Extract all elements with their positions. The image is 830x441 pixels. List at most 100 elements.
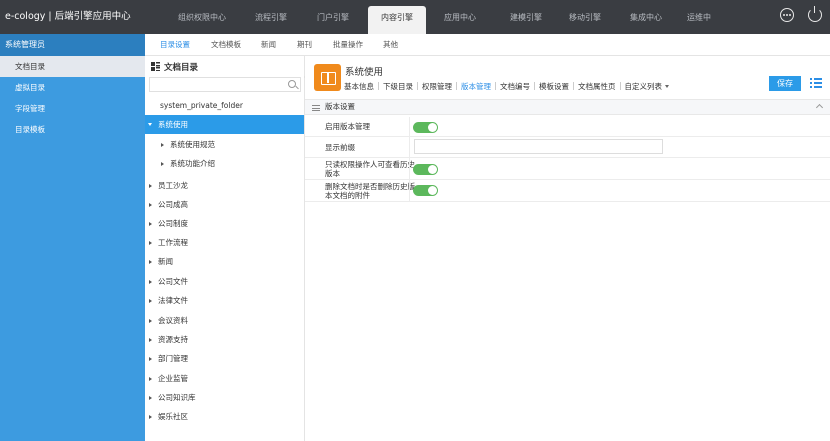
caret-right-icon[interactable]: [149, 241, 152, 245]
sidebar-item-virtual-catalog[interactable]: 虚拟目录: [0, 77, 145, 98]
sidebar-header: 系统管理员: [0, 34, 145, 56]
sidebar-item-doc-catalog[interactable]: 文档目录: [0, 56, 145, 77]
subnav-tab-journal[interactable]: 期刊: [297, 34, 312, 55]
field-row-readonly-history: 只读权限操作人可查看历史版本: [305, 158, 830, 180]
power-icon[interactable]: [808, 6, 822, 22]
top-tab-content[interactable]: 内容引擎: [368, 6, 426, 34]
tree-row-label: 公司文件: [158, 277, 188, 286]
delete-attachments-toggle[interactable]: [413, 185, 438, 196]
tab-doc-property-page[interactable]: 文档属性页: [578, 81, 616, 93]
tree-row[interactable]: 部门管理: [145, 349, 304, 368]
menu-icon: [312, 105, 320, 111]
tree-row[interactable]: system_private_folder: [145, 96, 304, 115]
tab-divider: [619, 82, 621, 90]
top-tab-ops[interactable]: 运维中: [677, 6, 727, 34]
tab-permissions[interactable]: 权限管理: [422, 81, 452, 93]
tree-row-label: 公司制度: [158, 219, 188, 228]
sidebar: 系统管理员 文档目录 虚拟目录 字段管理 目录模板: [0, 34, 145, 441]
tree-row-label: 系统功能介绍: [170, 159, 215, 168]
more-icon[interactable]: [780, 8, 794, 22]
subnav-tab-batch[interactable]: 批量操作: [333, 34, 363, 55]
tree-row[interactable]: 资源支持: [145, 330, 304, 349]
tab-template-settings[interactable]: 模板设置: [539, 81, 569, 93]
tab-doc-number[interactable]: 文档编号: [500, 81, 530, 93]
tab-divider: [534, 82, 535, 90]
tree-title-text: 文档目录: [164, 63, 199, 73]
tab-divider: [417, 82, 418, 90]
tree-row[interactable]: 新闻: [145, 252, 304, 271]
subnav-tab-catalog-settings[interactable]: 目录设置: [160, 34, 190, 55]
content-title: 系统使用: [345, 67, 384, 78]
tree-row[interactable]: 工作流程: [145, 233, 304, 252]
caret-right-icon[interactable]: [149, 299, 152, 303]
tree-row[interactable]: 系统使用规范: [145, 135, 304, 154]
subnav-tab-news[interactable]: 新闻: [261, 34, 276, 55]
caret-right-icon[interactable]: [161, 162, 164, 166]
tree-row[interactable]: 系统使用: [145, 115, 304, 134]
tab-divider: [378, 82, 379, 90]
display-prefix-input[interactable]: [414, 139, 663, 154]
top-bar: e-cology | 后端引擎应用中心 组织权限中心 流程引擎 门户引擎 内容引…: [0, 0, 830, 34]
tree-row-label: 系统使用规范: [170, 140, 215, 149]
tree-row[interactable]: 企业监管: [145, 369, 304, 388]
caret-down-icon[interactable]: [148, 123, 152, 126]
top-tab-org[interactable]: 组织权限中心: [159, 6, 245, 34]
top-tab-mobile[interactable]: 移动引擎: [550, 6, 620, 34]
tree-row[interactable]: 娱乐社区: [145, 407, 304, 426]
tab-version-management[interactable]: 版本管理: [461, 81, 491, 93]
tree-row[interactable]: 公司制度: [145, 214, 304, 233]
caret-right-icon[interactable]: [149, 280, 152, 284]
caret-right-icon[interactable]: [149, 184, 152, 188]
tree-row-label: 工作流程: [158, 238, 188, 247]
caret-right-icon[interactable]: [149, 396, 152, 400]
subnav-tab-doc-template[interactable]: 文档模板: [211, 34, 241, 55]
subnav-tab-other[interactable]: 其他: [383, 34, 398, 55]
top-tab-portal[interactable]: 门户引擎: [297, 6, 369, 34]
chevron-down-icon: [665, 85, 669, 88]
caret-right-icon[interactable]: [149, 357, 152, 361]
tree-search-input[interactable]: [149, 77, 301, 92]
field-row-enable-version: 启用版本管理: [305, 117, 830, 137]
caret-right-icon[interactable]: [149, 260, 152, 264]
search-icon[interactable]: [288, 80, 296, 88]
caret-right-icon[interactable]: [149, 203, 152, 207]
content-tabs: 基本信息 下级目录 权限管理 版本管理 文档编号 模板设置 文档属性页 自定义列表: [344, 81, 669, 93]
tree-row[interactable]: 法律文件: [145, 291, 304, 310]
tree-row[interactable]: 员工沙龙: [145, 176, 304, 195]
save-button[interactable]: 保存: [769, 76, 801, 91]
caret-right-icon[interactable]: [149, 338, 152, 342]
tree-row-label: 员工沙龙: [158, 181, 188, 190]
chevron-up-icon[interactable]: [815, 103, 824, 112]
sidebar-item-catalog-template[interactable]: 目录模板: [0, 119, 145, 140]
tree-row[interactable]: 系统功能介绍: [145, 154, 304, 173]
top-tab-integration[interactable]: 集成中心: [611, 6, 681, 34]
tree-row-label: 公司知识库: [158, 393, 196, 402]
top-tab-apps[interactable]: 应用中心: [425, 6, 495, 34]
tab-basic-info[interactable]: 基本信息: [344, 81, 374, 93]
section-header-version-settings[interactable]: 版本设置: [305, 99, 830, 115]
tree-row[interactable]: 公司文件: [145, 272, 304, 291]
caret-right-icon[interactable]: [149, 415, 152, 419]
tree-row-label: 娱乐社区: [158, 412, 188, 421]
tree-row[interactable]: 公司知识库: [145, 388, 304, 407]
caret-right-icon[interactable]: [149, 377, 152, 381]
tree-row[interactable]: 公司成高: [145, 195, 304, 214]
list-menu-icon[interactable]: [810, 78, 822, 88]
readonly-history-toggle[interactable]: [413, 164, 438, 175]
field-label: 显示前缀: [325, 143, 355, 152]
tree-row-label: 资源支持: [158, 335, 188, 344]
caret-right-icon[interactable]: [149, 222, 152, 226]
caret-right-icon[interactable]: [149, 319, 152, 323]
tab-custom-list[interactable]: 自定义列表: [624, 81, 669, 93]
top-nav: 组织权限中心 流程引擎 门户引擎 内容引擎 应用中心 建模引擎 移动引擎 集成中…: [145, 0, 765, 34]
field-label: 启用版本管理: [325, 122, 370, 131]
sidebar-item-field-management[interactable]: 字段管理: [0, 98, 145, 119]
tree-grid-icon: [151, 62, 160, 71]
tree-row-label: 法律文件: [158, 296, 188, 305]
caret-right-icon[interactable]: [161, 143, 164, 147]
enable-version-toggle[interactable]: [413, 122, 438, 133]
tab-custom-list-label: 自定义列表: [624, 82, 663, 91]
tree-row-label: 会议资料: [158, 316, 188, 325]
tree-row[interactable]: 会议资料: [145, 311, 304, 330]
tab-sub-catalog[interactable]: 下级目录: [383, 81, 413, 93]
